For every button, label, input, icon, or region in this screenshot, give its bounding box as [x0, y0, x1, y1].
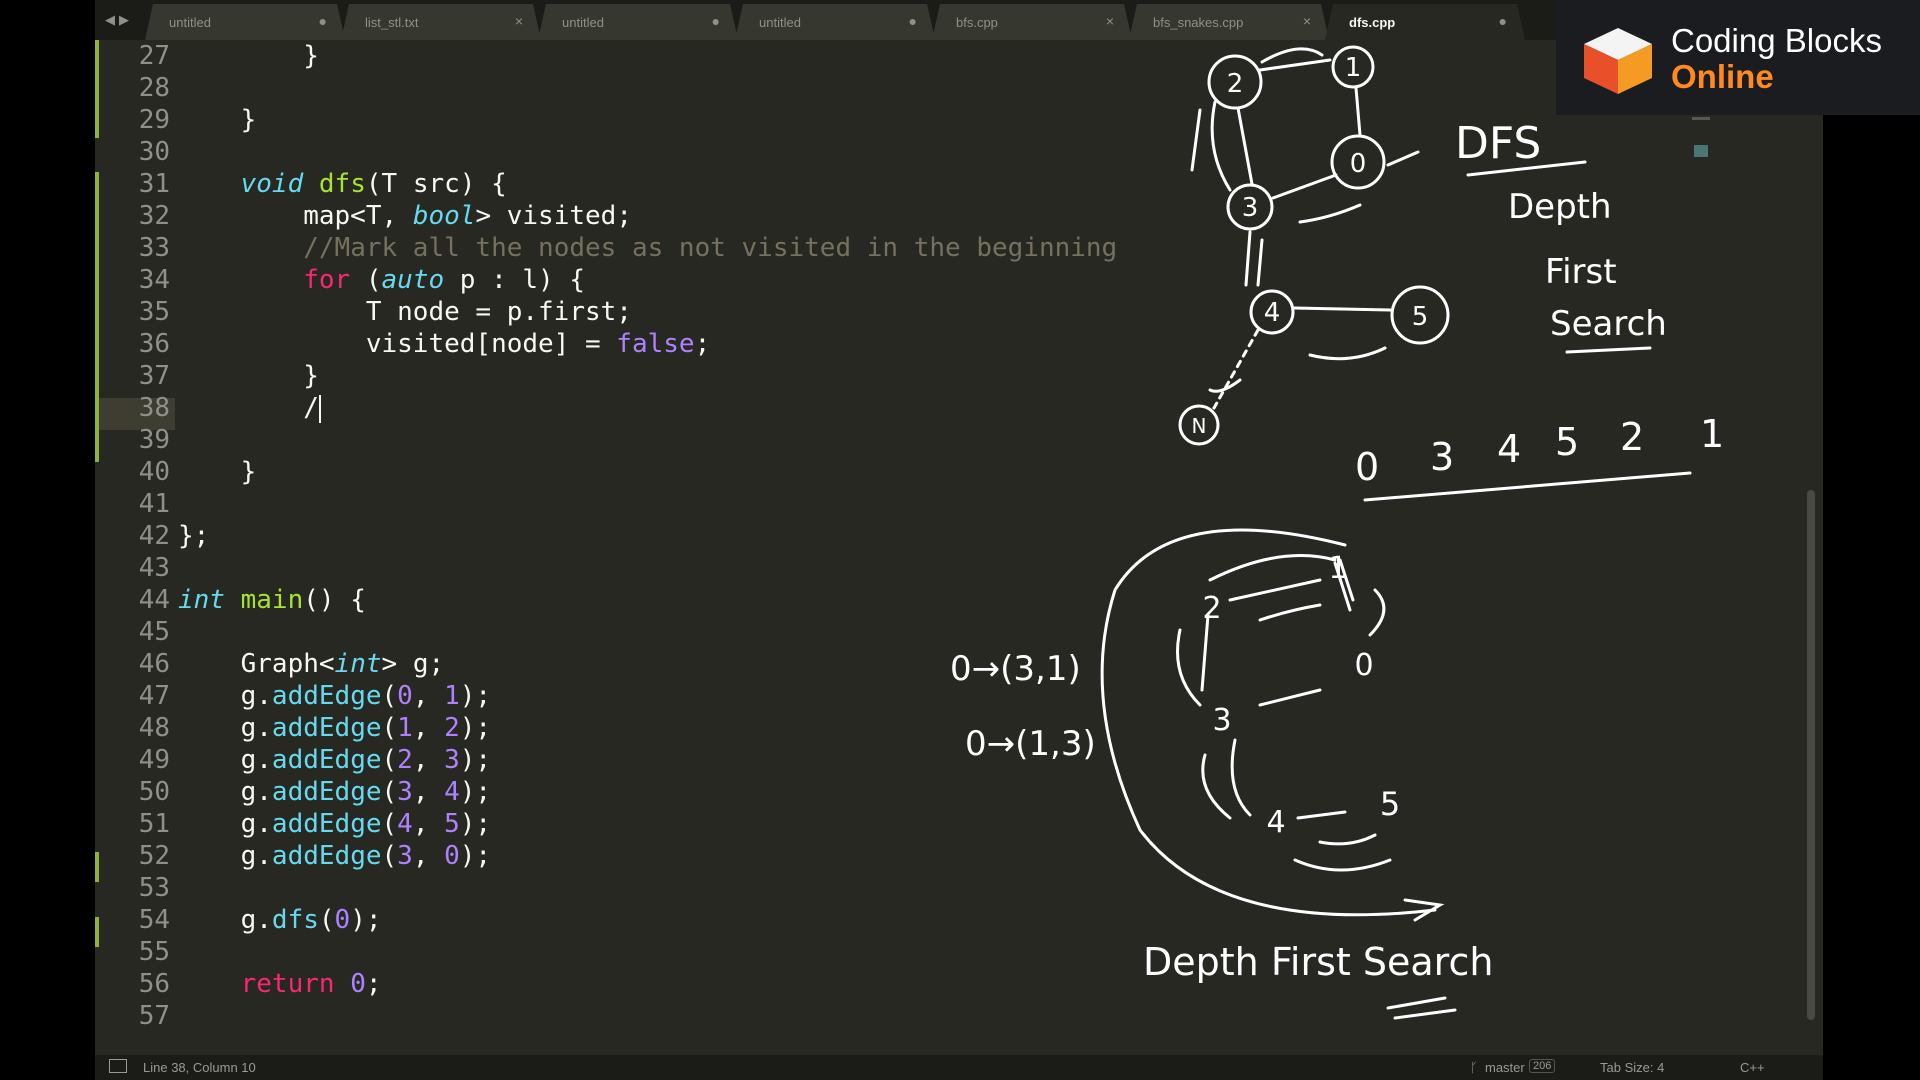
brand-logo: Coding Blocks Online — [1556, 0, 1920, 115]
order-1: 1 — [1700, 412, 1724, 456]
word-search: Search — [1550, 304, 1667, 344]
graph1-label: 2 — [1227, 69, 1244, 99]
dfs-title: DFS — [1455, 118, 1541, 169]
graph2-label: 0 — [1354, 648, 1373, 683]
brand-sub: Online — [1671, 58, 1774, 95]
graph2-label: 3 — [1212, 703, 1231, 738]
graph2-label: 1 — [1328, 551, 1347, 586]
order-4: 4 — [1497, 427, 1521, 471]
handwritten-annotations: DFS Depth First Search 0 3 4 5 2 1 0→(3,… — [950, 45, 1724, 1020]
graph1-label: 3 — [1242, 193, 1259, 223]
order-2: 2 — [1620, 415, 1644, 459]
brand-name: Coding Blocks — [1671, 22, 1882, 59]
graph1-label: 4 — [1264, 298, 1281, 328]
graph2-label: 5 — [1380, 785, 1400, 823]
node-labels: 2 1 0 3 4 5 N 2 1 0 3 4 5 — [1192, 53, 1429, 840]
graph1-label: 1 — [1345, 53, 1362, 83]
graph1-label: N — [1192, 414, 1207, 438]
adjacency-note-1: 0→(3,1) — [950, 649, 1081, 689]
adjacency-note-2: 0→(1,3) — [965, 724, 1096, 764]
word-first: First — [1545, 252, 1617, 292]
order-5: 5 — [1555, 420, 1579, 464]
graph1-label: 5 — [1412, 302, 1429, 332]
order-3: 3 — [1430, 435, 1454, 479]
word-depth: Depth — [1508, 187, 1612, 227]
graph2-label: 4 — [1266, 805, 1285, 840]
order-0: 0 — [1355, 445, 1379, 489]
graph2-label: 2 — [1202, 591, 1221, 626]
cube-logo-icon — [1584, 28, 1652, 94]
caption: Depth First Search — [1143, 940, 1493, 984]
graph1-label: 0 — [1350, 149, 1367, 179]
